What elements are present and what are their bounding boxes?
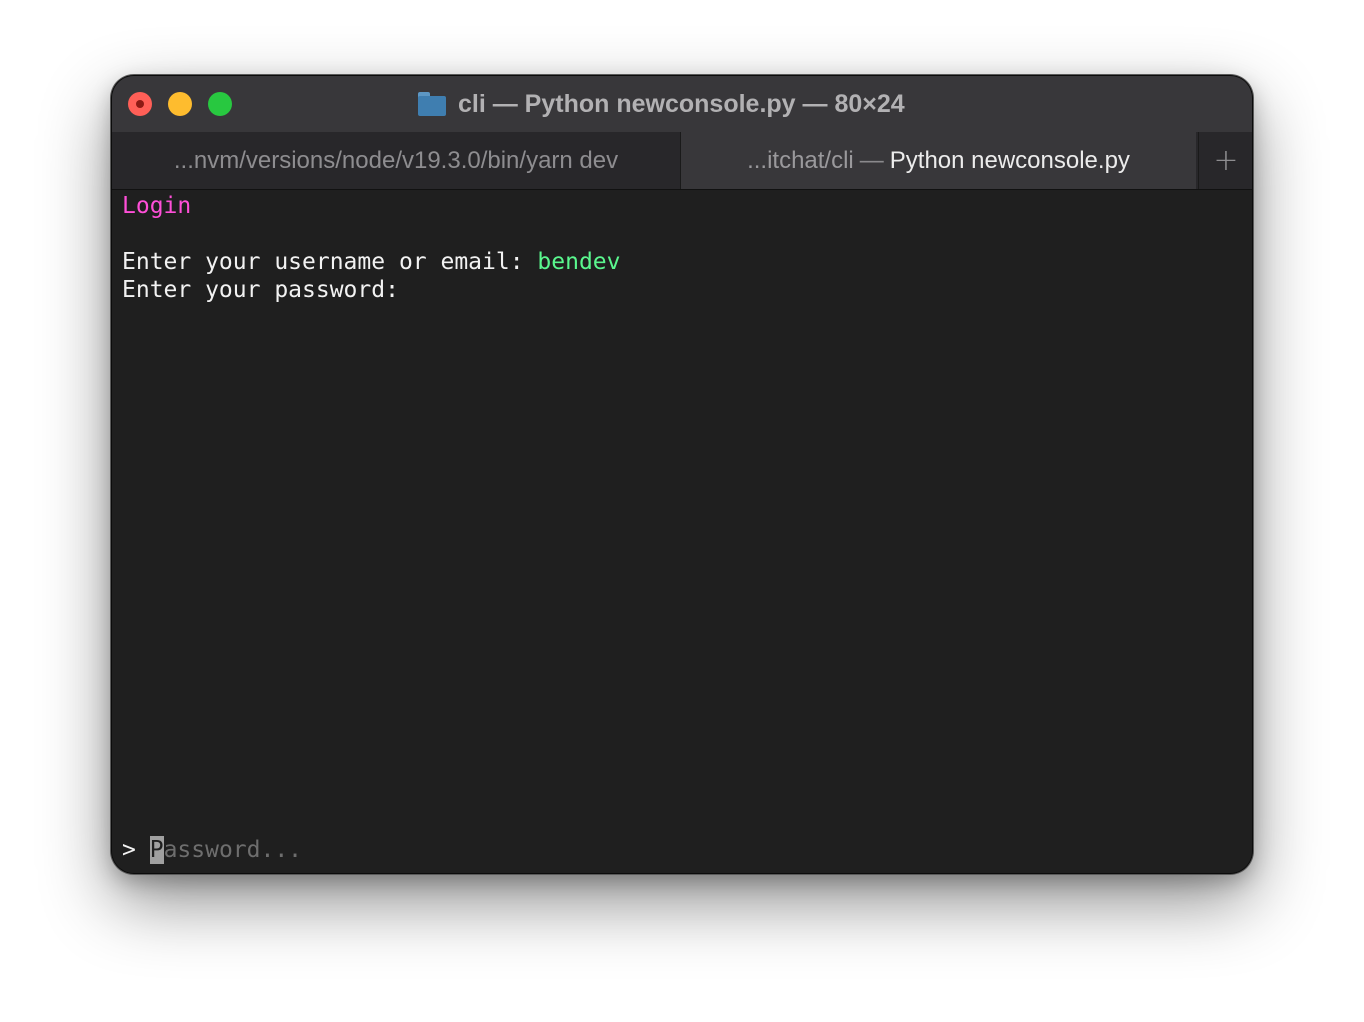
tab-bar: ...nvm/versions/node/v19.3.0/bin/yarn de… [112, 132, 1252, 190]
title-bar[interactable]: cli — Python newconsole.py — 80×24 [112, 76, 1252, 132]
username-line: Enter your username or email: bendev [122, 248, 621, 276]
tab-separator: — [859, 146, 884, 174]
tab-yarn-dev[interactable]: ...nvm/versions/node/v19.3.0/bin/yarn de… [112, 132, 681, 189]
tab-label: ...nvm/versions/node/v19.3.0/bin/yarn de… [173, 146, 619, 174]
tab-path: ...itchat/cli [747, 146, 854, 174]
tab-process: Python newconsole.py [889, 146, 1130, 174]
password-prompt: Enter your password: [122, 277, 399, 303]
input-prompt: > [122, 837, 150, 863]
close-icon [136, 100, 144, 108]
terminal-window: cli — Python newconsole.py — 80×24 ...nv… [112, 76, 1252, 873]
username-value: bendev [537, 249, 621, 275]
password-input-row[interactable]: > Password... [122, 836, 302, 864]
tab-python-newconsole[interactable]: ...itchat/cli — Python newconsole.py [681, 132, 1196, 189]
folder-icon [418, 92, 446, 116]
window-title-group: cli — Python newconsole.py — 80×24 [418, 88, 905, 120]
password-placeholder: assword... [163, 837, 303, 863]
plus-icon: + [1213, 143, 1239, 178]
window-title: cli — Python newconsole.py — 80×24 [458, 89, 905, 118]
username-prompt: Enter your username or email: [122, 249, 538, 275]
maximize-button[interactable] [208, 92, 232, 116]
terminal-output[interactable]: Login Enter your username or email: bend… [112, 190, 1252, 873]
new-tab-button[interactable]: + [1198, 132, 1252, 189]
login-heading: Login [122, 193, 192, 219]
text-cursor: P [149, 836, 164, 864]
close-button[interactable] [128, 92, 152, 116]
minimize-button[interactable] [168, 92, 192, 116]
